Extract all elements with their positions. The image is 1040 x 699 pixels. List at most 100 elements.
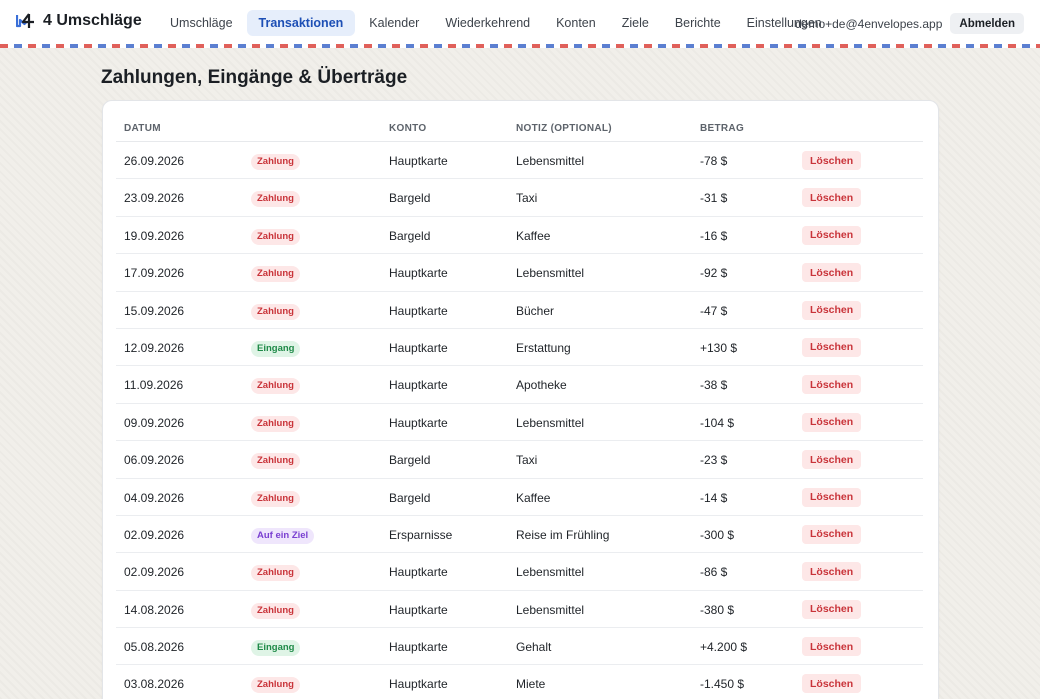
row-note: Reise im Frühling [516, 527, 610, 542]
row-date: 14.08.2026 [124, 602, 185, 617]
row-type: Auf ein Ziel [251, 527, 315, 544]
row-amount: -38 $ [700, 378, 728, 393]
row-amount: +130 $ [700, 340, 738, 355]
row-action: Löschen [802, 375, 862, 395]
delete-button[interactable]: Löschen [802, 487, 862, 507]
tab-kalender[interactable]: Kalender [357, 10, 431, 36]
row-account: Hauptkarte [389, 415, 448, 430]
table-row: 12.09.2026 Eingang Hauptkarte Erstattung +13… [116, 329, 923, 367]
main-nav: Umschläge Transaktionen Kalender Wiederkehr… [158, 10, 836, 36]
page-title: Zahlungen, Eingänge & Überträge [101, 67, 408, 88]
delete-button[interactable]: Löschen [802, 599, 862, 619]
row-amount: -92 $ [700, 266, 728, 281]
delete-button[interactable]: Löschen [802, 412, 862, 432]
row-date: 26.09.2026 [124, 154, 185, 168]
table-row: 02.09.2026 Auf ein Ziel Ersparnisse Reise i… [116, 516, 923, 554]
tab-ziele[interactable]: Ziele [610, 10, 661, 36]
row-account: Hauptkarte [389, 565, 448, 580]
row-date: 19.09.2026 [124, 228, 185, 243]
delete-button[interactable]: Löschen [802, 300, 862, 320]
type-badge: Zahlung [251, 565, 300, 582]
row-account: Hauptkarte [389, 677, 448, 692]
row-date: 17.09.2026 [124, 266, 185, 281]
row-amount: -78 $ [700, 154, 728, 168]
tab-umschläge[interactable]: Umschläge [158, 10, 245, 36]
tab-transaktionen[interactable]: Transaktionen [246, 10, 356, 36]
row-date: 02.09.2026 [124, 565, 185, 580]
top-navigation-bar: 4 Umschläge Umschläge Transaktionen Kalend… [0, 0, 1040, 46]
logout-button[interactable]: Abmelden [950, 13, 1024, 34]
row-account: Bargeld [389, 490, 431, 505]
envelope-logo-icon [16, 13, 34, 28]
row-account: Hauptkarte [389, 303, 448, 318]
row-type: Zahlung [251, 228, 300, 245]
delete-button[interactable]: Löschen [802, 524, 862, 544]
row-note: Lebensmittel [516, 266, 585, 281]
row-action: Löschen [802, 151, 862, 170]
row-amount: -86 $ [700, 565, 728, 580]
tab-konten[interactable]: Konten [544, 10, 608, 36]
delete-button[interactable]: Löschen [802, 375, 862, 395]
row-account: Bargeld [389, 453, 431, 468]
table-row: 26.09.2026 Zahlung Hauptkarte Lebensmittel -… [116, 142, 923, 180]
header-account: KONTO [389, 123, 427, 134]
type-badge: Zahlung [251, 228, 300, 245]
type-badge: Zahlung [251, 490, 300, 507]
row-date: 11.09.2026 [124, 378, 184, 393]
header-amount: BETRAG [700, 123, 745, 134]
table-row: 02.09.2026 Zahlung Hauptkarte Lebensmittel -… [116, 553, 923, 591]
table-row: 23.09.2026 Zahlung Bargeld Taxi -31 $ Löschen [116, 179, 923, 217]
row-type: Zahlung [251, 564, 300, 582]
table-row: 15.09.2026 Zahlung Hauptkarte Bücher -47 $ Lö… [116, 292, 923, 329]
row-type: Zahlung [251, 490, 300, 507]
row-type: Zahlung [251, 190, 300, 208]
row-account: Hauptkarte [389, 602, 448, 617]
row-note: Taxi [516, 191, 538, 206]
row-note: Lebensmittel [516, 415, 585, 430]
delete-button[interactable]: Löschen [802, 188, 862, 208]
type-badge: Zahlung [251, 453, 300, 470]
type-badge: Zahlung [251, 602, 300, 619]
row-date: 03.08.2026 [124, 677, 185, 692]
row-action: Löschen [802, 225, 862, 245]
row-date: 12.09.2026 [124, 340, 185, 355]
row-action: Löschen [802, 637, 862, 657]
type-badge: Eingang [251, 640, 301, 657]
row-amount: -23 $ [700, 453, 728, 468]
brand[interactable]: 4 Umschläge [16, 12, 142, 30]
account-email: demo+de@4envelopes.app [795, 16, 943, 31]
row-account: Hauptkarte [389, 340, 448, 355]
row-amount: -1.450 $ [700, 677, 745, 692]
table-body: 26.09.2026 Zahlung Hauptkarte Lebensmittel -… [116, 142, 923, 699]
type-badge: Auf ein Ziel [251, 527, 315, 544]
row-action: Löschen [802, 450, 862, 470]
type-badge: Zahlung [251, 154, 300, 170]
row-note: Kaffee [516, 228, 551, 243]
row-amount: -104 $ [700, 415, 735, 430]
tab-wiederkehrend[interactable]: Wiederkehrend [433, 10, 542, 36]
delete-button[interactable]: Löschen [802, 562, 862, 582]
row-note: Lebensmittel [516, 602, 585, 617]
row-account: Ersparnisse [389, 527, 453, 542]
delete-button[interactable]: Löschen [802, 151, 862, 170]
row-action: Löschen [802, 188, 862, 208]
delete-button[interactable]: Löschen [802, 637, 862, 657]
table-row: 03.08.2026 Zahlung Hauptkarte Miete -1.450 $… [116, 665, 923, 699]
type-badge: Zahlung [251, 191, 300, 208]
row-amount: -16 $ [700, 228, 728, 243]
delete-button[interactable]: Löschen [802, 337, 862, 357]
delete-button[interactable]: Löschen [802, 450, 862, 470]
row-date: 09.09.2026 [124, 415, 185, 430]
row-type: Zahlung [251, 676, 300, 694]
row-account: Hauptkarte [389, 266, 448, 281]
delete-button[interactable]: Löschen [802, 263, 862, 283]
tab-berichte[interactable]: Berichte [663, 10, 733, 36]
row-action: Löschen [802, 487, 862, 507]
table-row: 11.09.2026 Zahlung Hauptkarte Apotheke -38 $… [116, 366, 923, 404]
delete-button[interactable]: Löschen [802, 674, 862, 694]
row-action: Löschen [802, 674, 862, 694]
row-amount: -47 $ [700, 303, 728, 318]
row-note: Apotheke [516, 378, 567, 393]
header-note: NOTIZ (OPTIONAL) [516, 123, 612, 134]
delete-button[interactable]: Löschen [802, 225, 862, 245]
